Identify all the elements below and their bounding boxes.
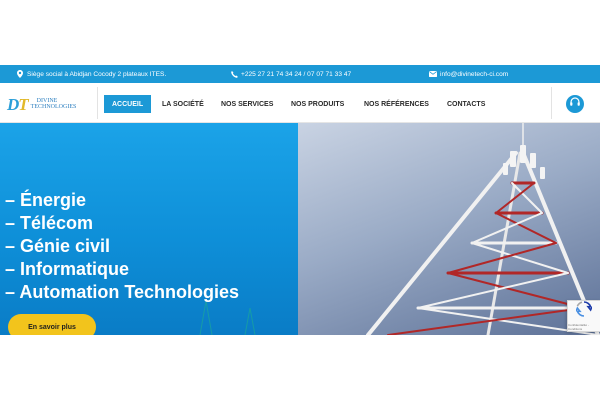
nav-item-la-societe[interactable]: LA SOCIÉTÉ — [154, 95, 212, 113]
nav-item-contacts[interactable]: CONTACTS — [439, 95, 493, 113]
logo-mark-first: D — [7, 94, 19, 114]
logo-mark: DT — [7, 94, 29, 114]
address-info: Siège social à Abidjan Cocody 2 plateaux… — [16, 65, 166, 83]
sector-energie: – Énergie — [5, 190, 87, 210]
email-info: info@divinetech-ci.com — [429, 65, 508, 83]
sector-automation: – Automation Technologies — [5, 282, 240, 302]
sector-list: – Énergie – Télécom – Génie civil – Info… — [5, 189, 295, 304]
telecom-tower-image — [298, 123, 600, 335]
nav-item-nos-services[interactable]: NOS SERVICES — [213, 95, 281, 113]
sector-telecom: – Télécom — [5, 213, 94, 233]
hero-text-panel: – Énergie – Télécom – Génie civil – Info… — [0, 123, 298, 335]
phone-icon — [230, 70, 238, 78]
nav-item-nos-references[interactable]: NOS RÉFÉRENCES — [356, 95, 437, 113]
envelope-icon — [429, 70, 437, 78]
map-pin-icon — [16, 70, 24, 78]
headset-button[interactable] — [566, 95, 584, 113]
sector-informatique: – Informatique — [5, 259, 130, 279]
phone-info: +225 27 21 74 34 24 / 07 07 71 33 47 — [230, 65, 351, 83]
logo-text: DIVINE TECHNOLOGIES — [31, 98, 77, 111]
phone-text[interactable]: +225 27 21 74 34 24 / 07 07 71 33 47 — [241, 71, 351, 78]
telecom-tower-illustration — [366, 123, 600, 335]
recaptcha-footer: Confidentialité - Conditions — [568, 323, 589, 331]
nav-divider-right — [551, 87, 552, 119]
main-navigation: DT DIVINE TECHNOLOGIES ACCUEIL LA SOCIÉT… — [0, 83, 600, 123]
recaptcha-icon — [575, 301, 593, 322]
recaptcha-badge[interactable]: Confidentialité - Conditions — [567, 300, 600, 332]
email-text[interactable]: info@divinetech-ci.com — [440, 71, 508, 78]
logo-line2: TECHNOLOGIES — [30, 104, 77, 110]
site-logo[interactable]: DT DIVINE TECHNOLOGIES — [7, 93, 93, 115]
nav-divider — [97, 87, 98, 119]
nav-item-accueil[interactable]: ACCUEIL — [104, 95, 152, 113]
hero-banner: – Énergie – Télécom – Génie civil – Info… — [0, 123, 600, 335]
learn-more-button[interactable]: En savoir plus — [8, 314, 96, 335]
page: Siège social à Abidjan Cocody 2 plateaux… — [0, 0, 600, 400]
sector-genie-civil: – Génie civil — [5, 236, 111, 256]
top-info-bar: Siège social à Abidjan Cocody 2 plateaux… — [0, 65, 600, 83]
headset-icon — [569, 95, 581, 113]
address-text: Siège social à Abidjan Cocody 2 plateaux… — [27, 70, 167, 78]
logo-mark-second: T — [18, 94, 28, 114]
nav-item-nos-produits[interactable]: NOS PRODUITS — [283, 95, 352, 113]
